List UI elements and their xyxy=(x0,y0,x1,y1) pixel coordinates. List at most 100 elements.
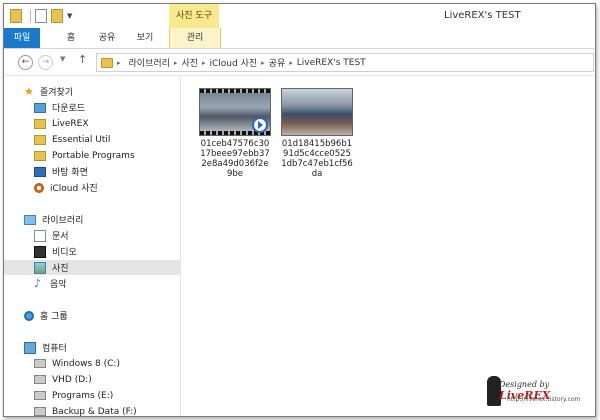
nav-label: iCloud 사진 xyxy=(50,184,98,194)
film-strip xyxy=(200,89,270,93)
nav-item-pictures[interactable]: 사진 xyxy=(4,260,210,275)
video-thumbnail xyxy=(199,88,271,136)
music-note-icon: ♪ xyxy=(34,276,42,290)
file-item[interactable]: 01ceb47576c3017beee97ebb372e8a49d036f2e9… xyxy=(199,88,271,179)
context-tab-title: 사진 도구 xyxy=(169,4,219,28)
desktop-icon xyxy=(34,166,46,177)
nav-label: 다운로드 xyxy=(52,104,86,114)
nav-libraries[interactable]: 라이브러리 xyxy=(4,212,200,227)
chevron-right-icon: ▸ xyxy=(202,58,206,67)
window-title: LiveREX's TEST xyxy=(444,10,521,21)
folder-icon xyxy=(34,134,46,145)
nav-label: 사진 xyxy=(52,264,69,274)
download-folder-icon xyxy=(34,102,46,113)
navigation-pane: ★ 즐겨찾기 다운로드 LiveREX Essential Util Porta… xyxy=(4,76,210,416)
quick-access-toolbar: ▼ xyxy=(10,9,72,23)
drive-icon xyxy=(34,407,46,416)
nav-label: 라이브러리 xyxy=(42,216,84,226)
drive-icon xyxy=(34,359,46,368)
file-item[interactable]: 01d18415b96b191d5c4cce05251db7c47eb1cf56… xyxy=(281,88,353,179)
computer-icon xyxy=(24,341,36,354)
breadcrumb-libraries[interactable]: 라이브러리 xyxy=(129,56,170,69)
tab-file[interactable]: 파일 xyxy=(4,28,40,48)
play-icon xyxy=(252,117,268,133)
nav-item-drive-d[interactable]: VHD (D:) xyxy=(4,372,210,387)
nav-item-drive-f[interactable]: Backup & Data (F:) xyxy=(4,404,210,417)
nav-label: Essential Util xyxy=(52,134,111,145)
separator xyxy=(30,10,31,22)
breadcrumb-current[interactable]: LiveREX's TEST xyxy=(297,58,366,68)
chevron-down-icon[interactable]: ▼ xyxy=(67,12,72,20)
nav-item-drive-e[interactable]: Programs (E:) xyxy=(4,388,210,403)
nav-label: 홈 그룹 xyxy=(40,312,68,322)
nav-label: LiveREX xyxy=(52,118,89,129)
nav-label: Programs (E:) xyxy=(52,390,114,401)
drive-icon xyxy=(34,391,46,400)
tab-share[interactable]: 공유 xyxy=(90,28,124,48)
nav-label: 비디오 xyxy=(52,248,77,258)
up-button[interactable]: ↑ xyxy=(78,53,87,66)
nav-label: Portable Programs xyxy=(52,150,135,161)
nav-label: 컴퓨터 xyxy=(42,344,67,354)
nav-item-icloud-photos[interactable]: iCloud 사진 xyxy=(4,180,210,195)
nav-label: 음악 xyxy=(50,280,67,290)
image-thumbnail xyxy=(281,88,353,136)
icloud-icon xyxy=(34,182,44,193)
picture-icon xyxy=(34,261,46,274)
file-name: 01ceb47576c3017beee97ebb372e8a49d036f2e9… xyxy=(200,139,270,179)
star-icon: ★ xyxy=(24,84,34,98)
back-button[interactable]: ← xyxy=(18,55,33,70)
folder-icon xyxy=(101,57,113,68)
chevron-right-icon: ▸ xyxy=(289,58,293,67)
properties-icon[interactable] xyxy=(35,9,47,23)
breadcrumb-pictures[interactable]: 사진 xyxy=(181,56,198,69)
nav-label: 문서 xyxy=(52,232,69,242)
libraries-icon xyxy=(24,214,36,225)
nav-favorites[interactable]: ★ 즐겨찾기 xyxy=(4,84,200,99)
breadcrumb-shared[interactable]: 공유 xyxy=(269,56,286,69)
drive-icon xyxy=(34,375,46,384)
watermark: Designed by LiveREX http://liverex.tisto… xyxy=(487,372,587,408)
ribbon-tabs: 파일 홈 공유 보기 관리 xyxy=(4,28,595,49)
title-bar: ▼ 사진 도구 LiveREX's TEST xyxy=(4,4,595,28)
explorer-window: ▼ 사진 도구 LiveREX's TEST 파일 홈 공유 보기 관리 ← →… xyxy=(3,3,596,417)
film-icon xyxy=(34,245,46,258)
folder-icon xyxy=(34,150,46,161)
nav-item-downloads[interactable]: 다운로드 xyxy=(4,100,210,115)
file-list: 01ceb47576c3017beee97ebb372e8a49d036f2e9… xyxy=(181,76,595,416)
new-folder-icon[interactable] xyxy=(51,9,63,23)
chevron-right-icon: ▸ xyxy=(173,58,178,67)
watermark-url: http://liverex.tistory.com xyxy=(507,396,581,403)
chevron-right-icon: ▸ xyxy=(117,58,121,67)
nav-computer[interactable]: 컴퓨터 xyxy=(4,340,200,355)
breadcrumb-icloud-photos[interactable]: iCloud 사진 xyxy=(210,56,258,69)
file-name: 01d18415b96b191d5c4cce05251db7c47eb1cf56… xyxy=(281,139,353,179)
nav-item-music[interactable]: ♪ 음악 xyxy=(4,276,210,291)
nav-label: Backup & Data (F:) xyxy=(52,406,137,417)
signature-text: Designed by xyxy=(499,380,550,389)
folder-icon[interactable] xyxy=(10,9,22,23)
homegroup-icon xyxy=(24,310,34,321)
address-bar[interactable]: ▸ 라이브러리 ▸ 사진 ▸ iCloud 사진 ▸ 공유 ▸ LiveREX'… xyxy=(96,53,594,72)
nav-homegroup[interactable]: 홈 그룹 xyxy=(4,308,200,323)
nav-item-drive-c[interactable]: Windows 8 (C:) xyxy=(4,356,210,371)
document-icon xyxy=(34,229,46,242)
nav-item-videos[interactable]: 비디오 xyxy=(4,244,210,259)
address-row: ← → ▼ ↑ ▸ 라이브러리 ▸ 사진 ▸ iCloud 사진 ▸ 공유 ▸ … xyxy=(4,49,595,76)
tab-view[interactable]: 보기 xyxy=(128,28,162,48)
nav-label: 바탕 화면 xyxy=(52,168,88,178)
nav-item-portable-programs[interactable]: Portable Programs xyxy=(4,148,210,163)
chevron-right-icon: ▸ xyxy=(261,58,265,67)
nav-item-documents[interactable]: 문서 xyxy=(4,228,210,243)
tab-home[interactable]: 홈 xyxy=(56,28,86,48)
nav-item-desktop[interactable]: 바탕 화면 xyxy=(4,164,210,179)
nav-item-liverex[interactable]: LiveREX xyxy=(4,116,210,131)
tab-manage[interactable]: 관리 xyxy=(169,28,221,48)
nav-item-essential-util[interactable]: Essential Util xyxy=(4,132,210,147)
nav-label: Windows 8 (C:) xyxy=(52,358,120,369)
forward-button[interactable]: → xyxy=(38,55,53,70)
nav-label: VHD (D:) xyxy=(52,374,92,385)
folder-icon xyxy=(34,118,46,129)
recent-dropdown-icon[interactable]: ▼ xyxy=(60,55,65,63)
nav-label: 즐겨찾기 xyxy=(40,88,74,98)
